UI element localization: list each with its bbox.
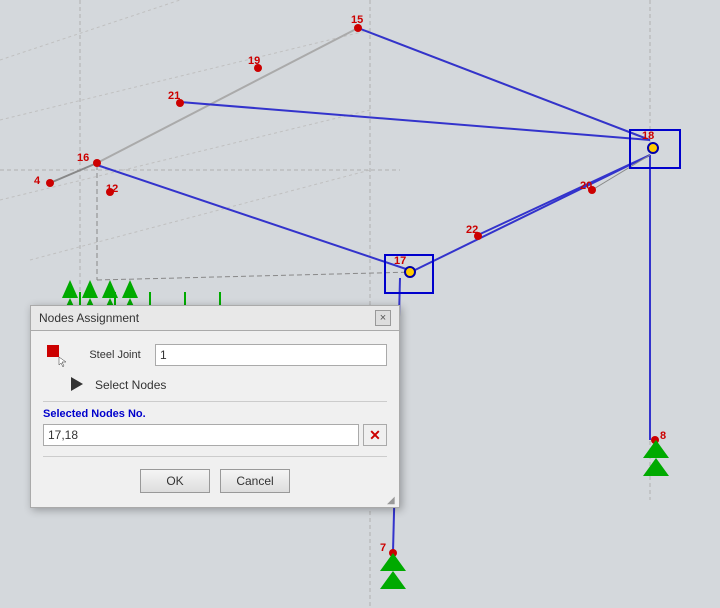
nodes-assignment-dialog: Nodes Assignment × Steel Joint (30, 305, 400, 508)
selected-nodes-input[interactable] (43, 424, 359, 446)
dialog-title: Nodes Assignment (39, 311, 139, 325)
steel-joint-row: Steel Joint (43, 341, 387, 369)
support-node8 (643, 440, 669, 476)
clear-nodes-button[interactable]: ✕ (363, 424, 387, 446)
resize-handle[interactable]: ◢ (387, 495, 397, 505)
dialog-close-button[interactable]: × (375, 310, 391, 326)
divider-2 (43, 456, 387, 457)
steel-joint-input[interactable] (155, 344, 387, 366)
steel-joint-label: Steel Joint (75, 349, 155, 361)
steel-joint-icon-btn[interactable] (43, 341, 71, 369)
viewport: 4 7 8 12 15 16 17 18 19 20 21 22 Nodes A… (0, 0, 720, 608)
selected-nodes-section-label: Selected Nodes No. (43, 408, 387, 420)
ok-button[interactable]: OK (140, 469, 210, 493)
cancel-button[interactable]: Cancel (220, 469, 290, 493)
dialog-buttons: OK Cancel (43, 463, 387, 497)
divider-1 (43, 401, 387, 402)
dialog-body: Steel Joint Select Nodes Selected Nodes … (31, 331, 399, 507)
clear-icon: ✕ (369, 427, 381, 444)
select-nodes-label[interactable]: Select Nodes (95, 378, 166, 392)
dialog-titlebar[interactable]: Nodes Assignment × (31, 306, 399, 331)
select-nodes-row: Select Nodes (43, 377, 387, 393)
support-node7 (380, 553, 406, 589)
selected-nodes-row: ✕ (43, 424, 387, 446)
triangle-icon (71, 377, 91, 393)
red-square-cursor-icon (45, 343, 69, 367)
selected-nodes-section: Selected Nodes No. ✕ (43, 408, 387, 446)
